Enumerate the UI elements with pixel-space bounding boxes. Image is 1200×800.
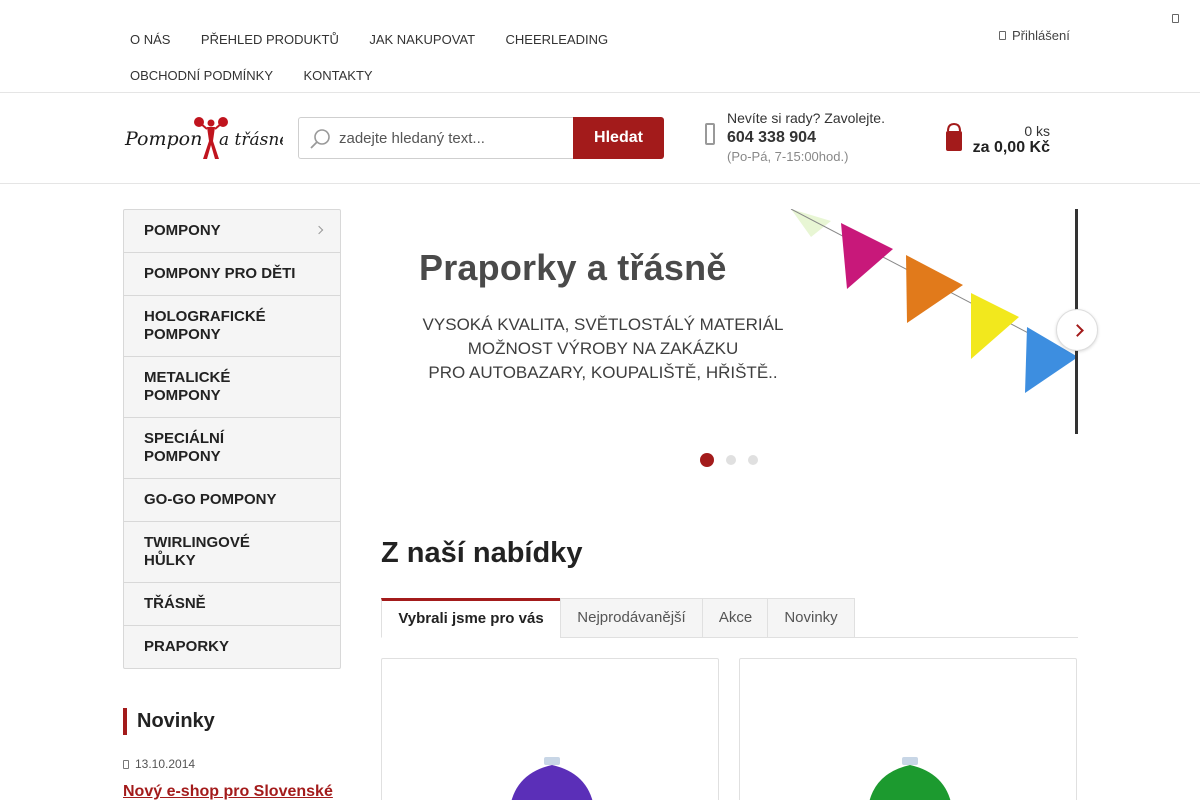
offers-heading: Z naší nabídky [381,537,583,569]
lock-icon[interactable] [1172,14,1179,23]
lock-icon [999,31,1006,40]
tab-bestsellers[interactable]: Nejprodávanější [560,598,703,638]
category-metalicke-pompony[interactable]: Metalické pompony [124,357,340,418]
topnav-contacts[interactable]: Kontakty [290,58,385,94]
pompom-image [511,757,593,800]
category-pompony[interactable]: Pompony [124,210,340,253]
carousel-next-button[interactable] [1056,309,1098,351]
carousel-dot[interactable] [748,455,758,465]
category-specialni-pompony[interactable]: Speciální pompony [124,418,340,479]
banner-line: Možnost výroby na zakázku [467,339,739,358]
search-input[interactable] [339,118,569,158]
logo[interactable]: Pompon a třásně [123,113,289,165]
tab-sale[interactable]: Akce [702,598,769,638]
category-label: Praporky [144,638,230,655]
carousel-dot[interactable] [700,453,714,467]
category-label: Metalické pompony [144,369,231,404]
category-label: Twirlingové hůlky [144,534,250,569]
search-form: Hledat [298,117,664,159]
tab-new[interactable]: Novinky [767,598,855,638]
login-label: Přihlášení [1012,28,1070,43]
banner-line: Vysoká kvalita, světlostálý materiál [422,315,784,334]
cart-count: 0 ks [1024,123,1050,139]
category-go-go-pompony[interactable]: Go-go pompony [124,479,340,522]
banner-title: Praporky a třásně [419,247,727,288]
carousel-dots [700,453,758,467]
cart-icon [946,122,962,151]
category-label: Pompony pro děti [144,265,296,282]
cart-total: za 0,00 Kč [972,139,1050,156]
tab-selected-for-you[interactable]: Vybrali jsme pro vás [381,598,561,638]
category-pompony-pro-deti[interactable]: Pompony pro děti [124,253,340,296]
category-holograficke-pompony[interactable]: Holografické pompony [124,296,340,357]
offers-tabs: Vybrali jsme pro vás Nejprodávanější Akc… [381,598,1078,638]
topnav-how-to-buy[interactable]: Jak nakupovat [356,22,488,58]
news-date-text: 13.10.2014 [135,757,196,771]
topnav-about[interactable]: O nás [117,22,183,58]
chevron-down-icon [314,225,324,235]
product-card[interactable] [739,658,1077,800]
contact-phone: 604 338 904 [727,129,816,146]
contact-hours: (Po-Pá, 7-15:00hod.) [727,149,849,164]
topnav-cheerleading[interactable]: Cheerleading [493,22,622,58]
carousel-dot[interactable] [726,455,736,465]
product-card[interactable] [381,658,719,800]
news-section: Novinky 13.10.2014 Nový e-shop pro Slove… [123,708,341,800]
search-icon [310,129,330,149]
category-praporky[interactable]: Praporky [124,626,340,668]
svg-text:a třásně: a třásně [219,130,283,150]
site-header: Pompon a třásně Hledat Nevíte [0,93,1200,184]
login-link[interactable]: Přihlášení [999,28,1070,43]
logo-image: Pompon a třásně [124,117,289,159]
category-label: Speciální pompony [144,430,225,465]
category-label: Třásně [144,595,206,612]
hero-banner[interactable]: Praporky a třásně Vysoká kvalita, světlo… [381,209,1078,434]
cart-link[interactable]: 0 ks za 0,00 Kč [944,121,1050,157]
banner-text: Vysoká kvalita, světlostálý materiál Mož… [403,313,803,385]
news-date: 13.10.2014 [123,757,341,771]
category-twirlingove-hulky[interactable]: Twirlingové hůlky [124,522,340,583]
calendar-icon [123,759,129,769]
svg-text:Pompon: Pompon [124,128,202,150]
banner-line: pro autobazary, koupaliště, hřiště.. [428,363,778,382]
topnav-terms[interactable]: Obchodní podmínky [117,58,286,94]
category-label: Pompony [144,222,221,239]
phone-icon [705,123,715,145]
pompom-image [869,757,951,800]
search-button[interactable]: Hledat [573,117,664,159]
search-field [298,117,573,159]
topnav-products[interactable]: Přehled produktů [188,22,352,58]
top-navigation: O nás Přehled produktů Jak nakupovat Che… [117,22,677,94]
top-bar: O nás Přehled produktů Jak nakupovat Che… [0,0,1200,93]
category-label: Holografické pompony [144,308,266,343]
contact-question: Nevíte si rady? Zavolejte. [727,110,885,126]
category-navigation: Pompony Pompony pro děti Holografické po… [123,209,341,669]
category-label: Go-go pompony [144,491,277,508]
category-trasne[interactable]: Třásně [124,583,340,626]
bunting-flags-image [790,209,1078,393]
news-heading: Novinky [123,708,341,735]
news-article-link[interactable]: Nový e-shop pro Slovenské [123,783,341,800]
